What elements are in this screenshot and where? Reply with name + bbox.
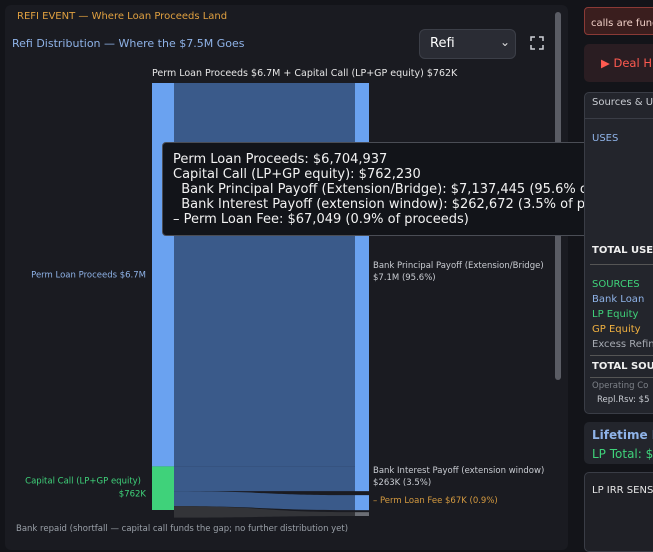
gp-equity-row: GP Equity — [592, 324, 641, 335]
tooltip-line: Bank Interest Payoff (extension window):… — [173, 197, 642, 212]
sankey-target-value: $263K (3.5%) — [373, 478, 431, 488]
deal-button-label: ▶ Deal H — [601, 56, 652, 70]
deal-history-button[interactable]: ▶ Deal H — [584, 44, 653, 82]
divider — [590, 264, 653, 265]
sankey-source-label: Perm Loan Proceeds $6.7M — [31, 271, 146, 281]
sankey-target-node — [355, 495, 369, 511]
sankey-target-label: Bank Interest Payoff (extension window) — [373, 466, 544, 476]
sankey-source-node — [152, 466, 174, 510]
sankey-source-value: $762K — [119, 489, 147, 499]
sankey-tooltip: Perm Loan Proceeds: $6,704,937 Capital C… — [162, 142, 653, 236]
lp-total: LP Total: $ — [592, 447, 653, 461]
lifetime-title: Lifetime D — [592, 428, 653, 442]
divider — [584, 118, 653, 119]
excess-refi-row: Excess Refin — [592, 339, 653, 350]
lp-equity-row: LP Equity — [592, 309, 639, 320]
lp-irr-sensitivity-card — [584, 472, 653, 552]
sankey-link — [174, 466, 355, 492]
sankey-link — [174, 83, 355, 467]
tooltip-line: Perm Loan Proceeds: $6,704,937 — [173, 152, 388, 167]
capital-call-alert: calls are fund — [584, 7, 653, 35]
alert-text: calls are fund — [591, 18, 653, 29]
sankey-target-label: Bank Principal Payoff (Extension/Bridge) — [373, 261, 544, 271]
replacement-reserve: Repl.Rsv: $5 — [597, 395, 650, 405]
tooltip-line: Bank Principal Payoff (Extension/Bridge)… — [173, 182, 653, 197]
sankey-target-node — [355, 512, 369, 516]
footer-note: Bank repaid (shortfall — capital call fu… — [16, 524, 349, 534]
sankey-source-node — [152, 83, 174, 467]
operating-costs-note: Operating Co — [592, 381, 649, 391]
sankey-target-label: – Perm Loan Fee $67K (0.9%) — [373, 496, 498, 506]
tooltip-line: Capital Call (LP+GP equity): $762,230 — [173, 167, 421, 182]
sources-heading: SOURCES — [592, 279, 640, 290]
irr-title: LP IRR SENS — [592, 485, 653, 496]
divider — [590, 377, 653, 378]
total-uses: TOTAL USE — [592, 245, 653, 256]
total-sources: TOTAL SOU — [592, 361, 653, 372]
sankey-source-label: Capital Call (LP+GP equity) — [25, 476, 141, 486]
sankey-target-value: $7.1M (95.6%) — [373, 273, 436, 283]
divider — [590, 355, 653, 356]
sankey-chart: Perm Loan Proceeds $6.7M Capital Call (LP… — [25, 83, 544, 518]
bank-loan-row: Bank Loan — [592, 294, 645, 305]
uses-heading: USES — [592, 133, 619, 144]
tooltip-line: – Perm Loan Fee: $67,049 (0.9% of procee… — [173, 212, 469, 227]
sources-uses-title: Sources & U — [592, 97, 653, 108]
